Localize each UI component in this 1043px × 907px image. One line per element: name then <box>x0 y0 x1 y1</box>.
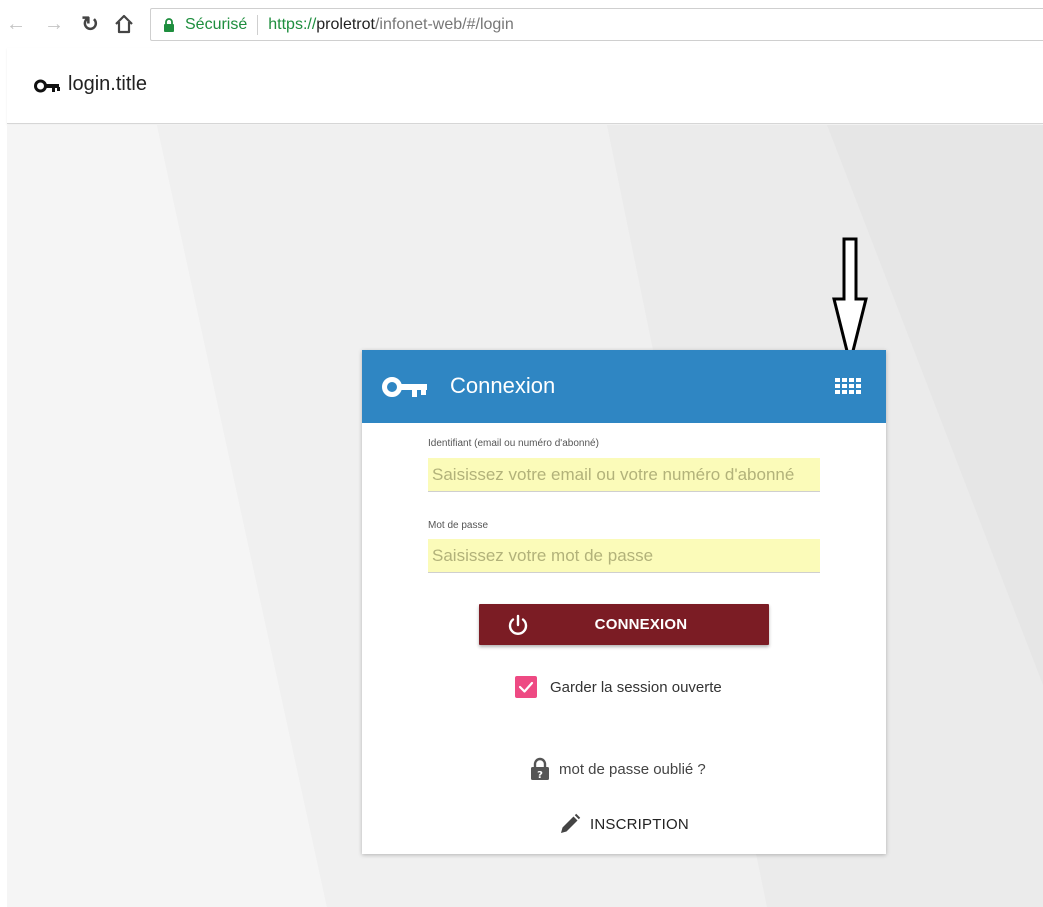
url-host: proletrot <box>316 15 375 33</box>
url-path: /infonet-web/#/login <box>374 15 514 33</box>
remember-session-checkbox[interactable] <box>515 676 537 698</box>
identifier-input[interactable] <box>428 458 820 492</box>
reload-icon[interactable]: ↻ <box>80 12 100 36</box>
forward-arrow-icon[interactable]: → <box>44 12 64 36</box>
pencil-icon <box>561 813 581 833</box>
app-header: login.title <box>7 48 1043 124</box>
lock-icon <box>164 17 174 32</box>
lock-icon: ? <box>531 757 549 781</box>
remember-session-label[interactable]: Garder la session ouverte <box>550 679 722 696</box>
key-icon <box>382 377 427 397</box>
home-icon[interactable] <box>114 12 134 36</box>
identifier-label: Identifiant (email ou numéro d'abonné) <box>428 438 599 449</box>
connect-button[interactable]: CONNEXION <box>479 604 769 645</box>
password-input[interactable] <box>428 539 820 573</box>
url-scheme: https:// <box>268 15 317 33</box>
back-arrow-icon[interactable]: ← <box>6 12 26 36</box>
apps-grid-icon[interactable] <box>835 378 861 395</box>
card-header: Connexion <box>362 350 886 423</box>
svg-text:?: ? <box>537 770 543 781</box>
signup-link[interactable]: INSCRIPTION <box>590 816 689 833</box>
omnibox-divider <box>257 14 259 35</box>
page-title: login.title <box>68 73 147 95</box>
connect-button-label: CONNEXION <box>594 616 688 633</box>
check-icon <box>518 681 534 693</box>
secure-label: Sécurisé <box>185 15 248 33</box>
key-icon <box>34 79 60 93</box>
password-label: Mot de passe <box>428 520 489 531</box>
forgot-password-link[interactable]: mot de passe oublié ? <box>559 761 706 778</box>
card-title: Connexion <box>450 373 556 398</box>
address-bar[interactable]: Sécurisé https://proletrot/infonet-web/#… <box>150 8 1043 41</box>
down-arrow-annotation <box>832 237 868 364</box>
login-card: Connexion Identifiant (email ou numéro d… <box>362 350 886 854</box>
browser-toolbar: ← → ↻ Sécurisé https://proletrot/infonet… <box>0 0 1043 48</box>
